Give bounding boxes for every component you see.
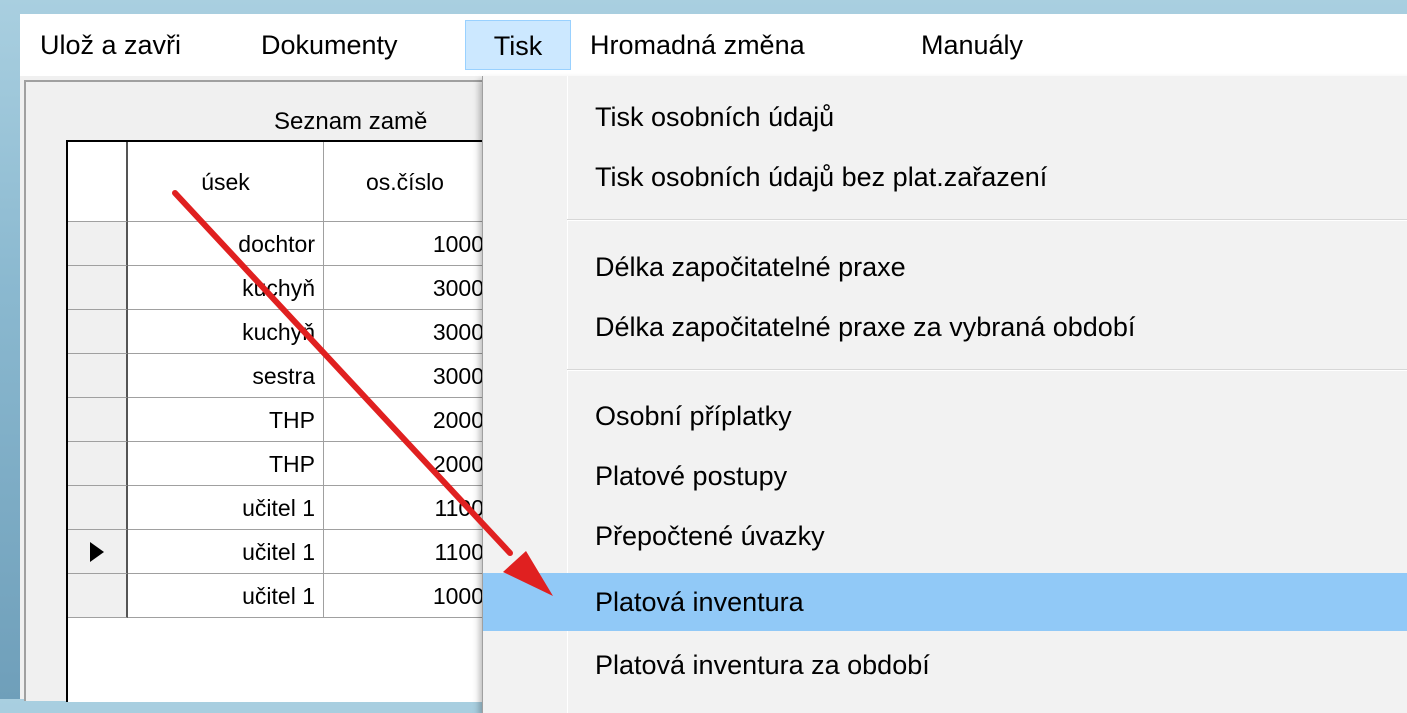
- menu-manualy[interactable]: Manuály: [921, 20, 1023, 70]
- cell-os-cislo[interactable]: 1100: [324, 486, 488, 530]
- menuitem-platova-inventura[interactable]: Platová inventura: [483, 573, 1407, 631]
- menuitem-delka-zapocitatelne-praxe[interactable]: Délka započitatelné praxe: [483, 238, 1407, 296]
- menu-hromadna-zmena[interactable]: Hromadná změna: [590, 20, 805, 70]
- table-row[interactable]: učitel 1 1100: [68, 486, 488, 530]
- menu-bar: Ulož a zavři Dokumenty Tisk Hromadná změ…: [20, 14, 1407, 76]
- menuitem-tisk-osobnich-udaju[interactable]: Tisk osobních údajů: [483, 88, 1407, 146]
- employee-grid[interactable]: úsek os.číslo dochtor 1000 kuchyň 3000 k…: [66, 140, 488, 702]
- cell-usek[interactable]: sestra: [128, 354, 324, 398]
- table-row[interactable]: kuchyň 3000: [68, 266, 488, 310]
- column-header-usek[interactable]: úsek: [128, 142, 324, 222]
- table-row[interactable]: učitel 1 1000: [68, 574, 488, 618]
- grid-header-row: úsek os.číslo: [68, 142, 488, 222]
- cell-usek[interactable]: učitel 1: [128, 530, 324, 574]
- cell-os-cislo[interactable]: 1000: [324, 222, 488, 266]
- cell-usek[interactable]: kuchyň: [128, 266, 324, 310]
- table-row-current[interactable]: učitel 1 1100: [68, 530, 488, 574]
- row-indicator[interactable]: [68, 398, 128, 442]
- row-indicator[interactable]: [68, 266, 128, 310]
- table-row[interactable]: THP 2000: [68, 442, 488, 486]
- grid-caption: Seznam zamě: [274, 108, 428, 135]
- menuitem-delka-zapocitatelne-praxe-za-vybrana-obdobi[interactable]: Délka započitatelné praxe za vybraná obd…: [483, 298, 1407, 356]
- cell-usek[interactable]: THP: [128, 442, 324, 486]
- menu-separator: [567, 369, 1407, 371]
- cell-usek[interactable]: kuchyň: [128, 310, 324, 354]
- cell-os-cislo[interactable]: 1100: [324, 530, 488, 574]
- cell-os-cislo[interactable]: 2000: [324, 398, 488, 442]
- menuitem-platova-inventura-za-obdobi[interactable]: Platová inventura za období: [483, 636, 1407, 694]
- menuitem-tisk-osobnich-udaju-bez-plat-zarazeni[interactable]: Tisk osobních údajů bez plat.zařazení: [483, 148, 1407, 206]
- row-indicator[interactable]: [68, 442, 128, 486]
- cell-os-cislo[interactable]: 2000: [324, 442, 488, 486]
- application-window: Ulož a zavři Dokumenty Tisk Hromadná změ…: [20, 14, 1407, 713]
- cell-os-cislo[interactable]: 3000: [324, 310, 488, 354]
- menu-tisk[interactable]: Tisk: [465, 20, 571, 70]
- cell-os-cislo[interactable]: 3000: [324, 266, 488, 310]
- current-row-pointer-icon: [90, 542, 104, 562]
- menuitem-osobni-priplatky[interactable]: Osobní příplatky: [483, 387, 1407, 445]
- row-indicator[interactable]: [68, 310, 128, 354]
- menu-uloz-a-zavri[interactable]: Ulož a zavři: [40, 20, 181, 70]
- row-indicator[interactable]: [68, 222, 128, 266]
- cell-usek[interactable]: dochtor: [128, 222, 324, 266]
- cell-os-cislo[interactable]: 1000: [324, 574, 488, 618]
- table-row[interactable]: kuchyň 3000: [68, 310, 488, 354]
- table-row[interactable]: THP 2000: [68, 398, 488, 442]
- cell-os-cislo[interactable]: 3000: [324, 354, 488, 398]
- row-indicator[interactable]: [68, 354, 128, 398]
- row-indicator[interactable]: [68, 486, 128, 530]
- cell-usek[interactable]: učitel 1: [128, 574, 324, 618]
- table-row[interactable]: sestra 3000: [68, 354, 488, 398]
- menu-separator: [567, 219, 1407, 221]
- table-row[interactable]: dochtor 1000: [68, 222, 488, 266]
- cell-usek[interactable]: učitel 1: [128, 486, 324, 530]
- row-indicator[interactable]: [68, 530, 128, 574]
- menuitem-prepoctene-uvazky[interactable]: Přepočtené úvazky: [483, 507, 1407, 565]
- tisk-dropdown-menu: Tisk osobních údajů Tisk osobních údajů …: [482, 76, 1407, 713]
- menu-dokumenty[interactable]: Dokumenty: [261, 20, 398, 70]
- row-indicator[interactable]: [68, 574, 128, 618]
- menuitem-platove-postupy[interactable]: Platové postupy: [483, 447, 1407, 505]
- column-header-os-cislo[interactable]: os.číslo: [324, 142, 488, 222]
- header-indicator-cell: [68, 142, 128, 222]
- cell-usek[interactable]: THP: [128, 398, 324, 442]
